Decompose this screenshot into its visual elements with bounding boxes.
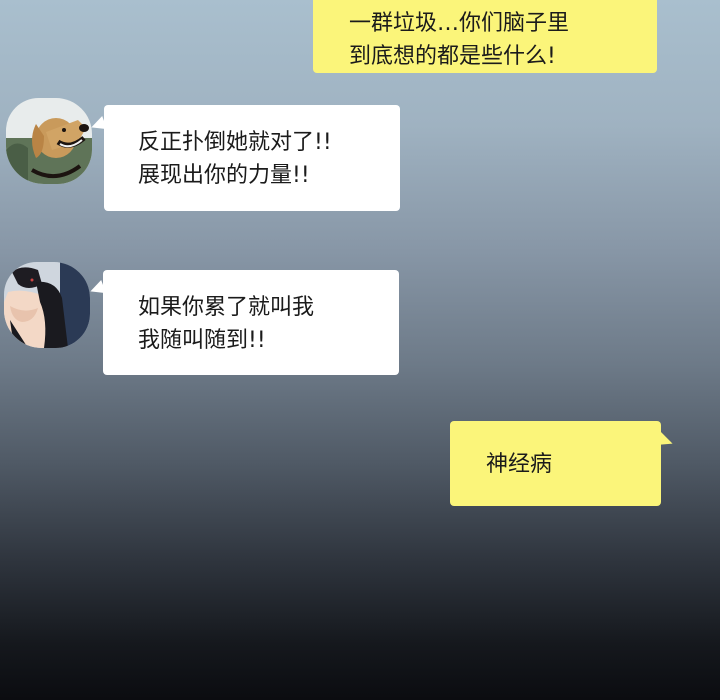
message-bubble-top: 一群垃圾…你们脑子里 到底想的都是些什么! <box>313 0 657 73</box>
message-line: 如果你累了就叫我 <box>138 295 315 320</box>
message-bubble-reply: 神经病 <box>450 421 661 506</box>
message-bubble-woman: 如果你累了就叫我 我随叫随到!! <box>103 270 399 375</box>
message-line: 展现出你的力量!! <box>138 163 310 188</box>
message-line: 我随叫随到!! <box>138 328 266 353</box>
message-line: 神经病 <box>486 452 553 477</box>
message-bubble-dog: 反正扑倒她就对了!! 展现出你的力量!! <box>104 105 400 211</box>
dog-avatar-icon[interactable] <box>6 98 92 184</box>
woman-avatar-icon[interactable] <box>4 262 90 348</box>
message-line: 到底想的都是些什么! <box>349 44 556 69</box>
message-line: 一群垃圾…你们脑子里 <box>349 11 570 36</box>
message-line: 反正扑倒她就对了!! <box>138 130 332 155</box>
